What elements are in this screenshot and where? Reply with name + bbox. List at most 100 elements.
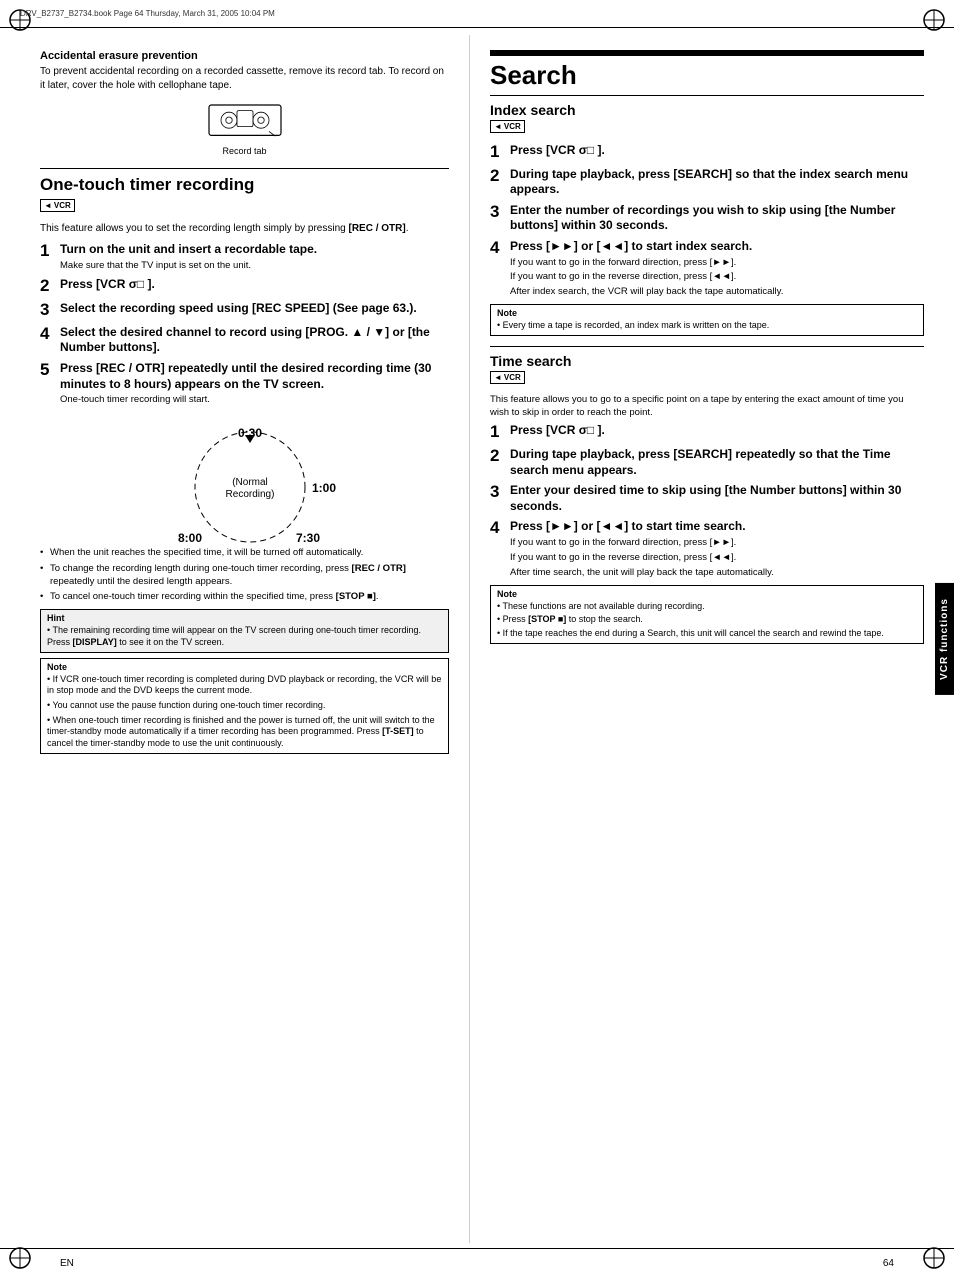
otr-step-1: 1 Turn on the unit and insert a recordab… [40,242,449,272]
hint-box: Hint • The remaining recording time will… [40,609,449,652]
step-num-5: 5 [40,361,60,407]
erasure-section: Accidental erasure prevention To prevent… [40,50,449,156]
step-content-1: Turn on the unit and insert a recordable… [60,242,449,272]
step-title-1: Turn on the unit and insert a recordable… [60,242,449,258]
search-divider [490,95,924,96]
time-search-section: Time search ◄ VCR This feature allows yo… [490,353,924,644]
time-step-detail-4c: After time search, the unit will play ba… [510,567,924,580]
index-step-4: 4 Press [►►] or [◄◄] to start index sear… [490,239,924,299]
otr-divider [40,168,449,169]
time-step-content-3: Enter your desired time to skip using [t… [510,483,924,514]
file-info: DRV_B2737_B2734.book Page 64 Thursday, M… [20,9,275,18]
step-title-3: Select the recording speed using [REC SP… [60,301,449,317]
otr-step-2: 2 Press [VCR σ□ ]. [40,277,449,296]
dial-diagram: 0:30 1:00 8:00 7:30 (Normal Recording) [160,417,330,537]
otr-intro: This feature allows you to set the recor… [40,222,449,236]
badge-text: VCR [54,201,71,210]
otr-section: One-touch timer recording ◄ VCR This fea… [40,175,449,754]
page-label: EN [60,1258,74,1269]
bullet-3: To cancel one-touch timer recording with… [40,591,449,604]
index-step-title-2: During tape playback, press [SEARCH] so … [510,167,924,198]
index-step-title-3: Enter the number of recordings you wish … [510,203,924,234]
left-column: Accidental erasure prevention To prevent… [0,35,470,1243]
step-title-2: Press [VCR σ□ ]. [60,277,449,293]
otr-vcr-badge: ◄ VCR [40,199,75,212]
badge-arrow: ◄ [44,201,52,210]
time-badge-arrow: ◄ [494,373,502,382]
time-step-content-4: Press [►►] or [◄◄] to start time search.… [510,519,924,579]
diagram-label: Record tab [40,146,449,156]
index-note-title: Note [497,308,917,318]
otr-note-content: • If VCR one-touch timer recording is co… [47,674,442,750]
index-step-num-3: 3 [490,203,510,234]
step-content-3: Select the recording speed using [REC SP… [60,301,449,320]
time-step-detail-4a: If you want to go in the forward directi… [510,537,924,550]
time-search-divider [490,346,924,347]
index-step-detail-4a: If you want to go in the forward directi… [510,257,924,270]
step-detail-1: Make sure that the TV input is set on th… [60,260,449,273]
side-tab: VCR functions [935,583,954,695]
bullet-1: When the unit reaches the specified time… [40,547,449,560]
time-step-title-3: Enter your desired time to skip using [t… [510,483,924,514]
index-step-detail-4c: After index search, the VCR will play ba… [510,286,924,299]
time-note-title: Note [497,589,917,599]
time-step-3: 3 Enter your desired time to skip using … [490,483,924,514]
step-content-5: Press [REC / OTR] repeatedly until the d… [60,361,449,407]
bottom-bar: EN 64 [0,1248,954,1278]
otr-step-5: 5 Press [REC / OTR] repeatedly until the… [40,361,449,407]
time-vcr-badge-container: ◄ VCR [490,371,924,389]
right-column: Search Index search ◄ VCR 1 Press [VCR σ… [470,35,954,1243]
index-note-box: Note • Every time a tape is recorded, an… [490,304,924,336]
index-step-3: 3 Enter the number of recordings you wis… [490,203,924,234]
index-vcr-badge: ◄ VCR [490,120,525,133]
time-step-content-1: Press [VCR σ□ ]. [510,423,924,442]
index-step-num-1: 1 [490,143,510,162]
step-num-3: 3 [40,301,60,320]
index-step-num-2: 2 [490,167,510,198]
search-heading: Search [490,60,924,91]
index-vcr-badge-container: ◄ VCR [490,120,924,138]
time-step-content-2: During tape playback, press [SEARCH] rep… [510,447,924,478]
index-step-title-4: Press [►►] or [◄◄] to start index search… [510,239,924,255]
top-bar: DRV_B2737_B2734.book Page 64 Thursday, M… [0,0,954,28]
svg-text:1:00: 1:00 [312,481,336,495]
time-search-title: Time search [490,353,924,369]
index-note-content: • Every time a tape is recorded, an inde… [497,320,917,332]
step-num-4: 4 [40,325,60,356]
time-step-2: 2 During tape playback, press [SEARCH] r… [490,447,924,478]
step-content-4: Select the desired channel to record usi… [60,325,449,356]
time-step-detail-4b: If you want to go in the reverse directi… [510,552,924,565]
time-step-title-4: Press [►►] or [◄◄] to start time search. [510,519,924,535]
index-step-content-4: Press [►►] or [◄◄] to start index search… [510,239,924,299]
page: DRV_B2737_B2734.book Page 64 Thursday, M… [0,0,954,1278]
svg-text:8:00: 8:00 [177,531,201,545]
svg-text:(Normal: (Normal [232,477,268,488]
step-title-5: Press [REC / OTR] repeatedly until the d… [60,361,449,392]
cassette-diagram: Record tab [40,101,449,156]
hint-title: Hint [47,613,442,623]
index-step-title-1: Press [VCR σ□ ]. [510,143,924,159]
index-step-2: 2 During tape playback, press [SEARCH] s… [490,167,924,198]
index-search-section: Index search ◄ VCR 1 Press [VCR σ□ ]. [490,102,924,336]
time-step-num-2: 2 [490,447,510,478]
time-vcr-badge: ◄ VCR [490,371,525,384]
time-note-box: Note • These functions are not available… [490,585,924,644]
time-step-num-1: 1 [490,423,510,442]
step-num-1: 1 [40,242,60,272]
step-detail-5: One-touch timer recording will start. [60,394,449,407]
otr-title: One-touch timer recording [40,175,449,195]
bullet-2: To change the recording length during on… [40,563,449,589]
otr-note-title: Note [47,662,442,672]
index-badge-text: VCR [504,122,521,131]
index-search-title: Index search [490,102,924,118]
otr-note-box: Note • If VCR one-touch timer recording … [40,658,449,754]
step-content-2: Press [VCR σ□ ]. [60,277,449,296]
index-step-num-4: 4 [490,239,510,299]
time-step-num-4: 4 [490,519,510,579]
index-step-content-1: Press [VCR σ□ ]. [510,143,924,162]
time-note-content: • These functions are not available duri… [497,601,917,640]
otr-step-4: 4 Select the desired channel to record u… [40,325,449,356]
erasure-title: Accidental erasure prevention [40,50,449,62]
index-step-1: 1 Press [VCR σ□ ]. [490,143,924,162]
time-badge-text: VCR [504,373,521,382]
